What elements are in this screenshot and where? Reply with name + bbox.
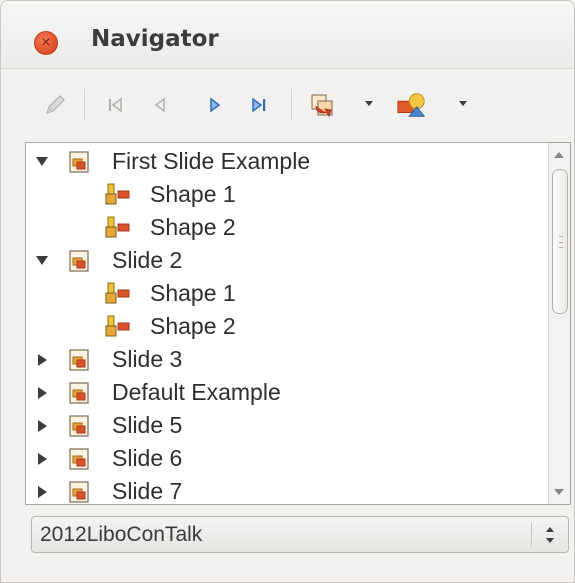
drag-mode-button[interactable] [306,89,338,121]
first-slide-icon [109,97,122,113]
grip-icon [559,236,563,248]
tree-item-slide[interactable]: Slide 3 [26,343,546,376]
toolbar-separator [84,89,85,121]
shape-icon [105,183,130,205]
window-title: Navigator [91,26,219,52]
tree-item-label: Slide 5 [112,412,183,438]
chevron-down-icon [546,538,554,543]
collapse-arrow-icon[interactable] [38,387,47,399]
tree-item-slide[interactable]: Slide 2 [26,244,546,277]
slide-icon [69,481,89,503]
tree-item-label: Slide 7 [112,478,183,504]
shape-icon [105,216,130,238]
pen-button[interactable] [39,89,71,121]
document-select-value: 2012LiboConTalk [40,523,203,546]
first-slide-button[interactable] [99,89,131,121]
shapes-button[interactable] [396,89,428,121]
tree-scrollbar[interactable] [548,143,570,504]
tree-item-label: Shape 2 [150,214,236,240]
toolbar-separator [291,89,292,121]
collapse-arrow-icon[interactable] [38,486,47,498]
tree-item-shape[interactable]: Shape 2 [26,310,546,343]
title-bar: × Navigator [1,1,574,69]
previous-slide-button[interactable] [144,89,176,121]
collapse-arrow-icon[interactable] [38,420,47,432]
collapse-arrow-icon[interactable] [38,453,47,465]
close-button[interactable]: × [34,31,58,55]
collapse-arrow-icon[interactable] [38,354,47,366]
shape-icon [105,315,130,337]
slide-icon [69,151,89,173]
navigator-toolbar [1,79,574,131]
slide-icon [69,349,89,371]
tree-item-slide[interactable]: Slide 7 [26,475,546,504]
slide-icon [69,415,89,437]
tree-item-slide[interactable]: Default Example [26,376,546,409]
pen-icon [46,95,65,114]
expand-arrow-icon[interactable] [36,157,48,166]
close-icon: × [40,35,52,50]
next-slide-icon [210,97,221,113]
tree-item-label: First Slide Example [112,148,311,174]
slide-icon [69,382,89,404]
tree-item-shape[interactable]: Shape 2 [26,211,546,244]
navigator-window: × Navigator First Slide Example Shape 1 … [0,0,575,583]
shapes-icon [397,93,426,117]
tree-item-label: Shape 1 [150,181,236,207]
shape-icon [105,282,130,304]
next-slide-button[interactable] [199,89,231,121]
tree-item-label: Slide 2 [112,247,183,273]
tree-item-slide[interactable]: Slide 6 [26,442,546,475]
select-divider [531,523,532,547]
tree-item-shape[interactable]: Shape 1 [26,178,546,211]
tree-item-label: Slide 6 [112,445,183,471]
scroll-up-arrow-icon[interactable] [554,152,564,158]
expand-arrow-icon[interactable] [36,256,48,265]
document-select[interactable]: 2012LiboConTalk [31,516,569,553]
drag-mode-dropdown[interactable] [365,101,373,106]
tree-item-label: Shape 1 [150,280,236,306]
slide-icon [69,250,89,272]
tree-item-label: Default Example [112,379,281,405]
tree-item-label: Slide 3 [112,346,183,372]
tree-item-label: Shape 2 [150,313,236,339]
scroll-down-arrow-icon[interactable] [554,489,564,495]
tree-item-shape[interactable]: Shape 1 [26,277,546,310]
scrollbar-thumb[interactable] [552,169,568,314]
last-slide-button[interactable] [244,89,276,121]
drag-mode-icon [311,94,333,118]
slide-icon [69,448,89,470]
chevron-up-icon [546,527,554,532]
navigator-tree[interactable]: First Slide Example Shape 1 Shape 2 Slid… [25,142,571,505]
tree-item-slide[interactable]: Slide 5 [26,409,546,442]
tree-item-slide[interactable]: First Slide Example [26,145,546,178]
shapes-dropdown[interactable] [459,101,467,106]
last-slide-icon [252,97,266,113]
previous-slide-icon [154,97,165,113]
